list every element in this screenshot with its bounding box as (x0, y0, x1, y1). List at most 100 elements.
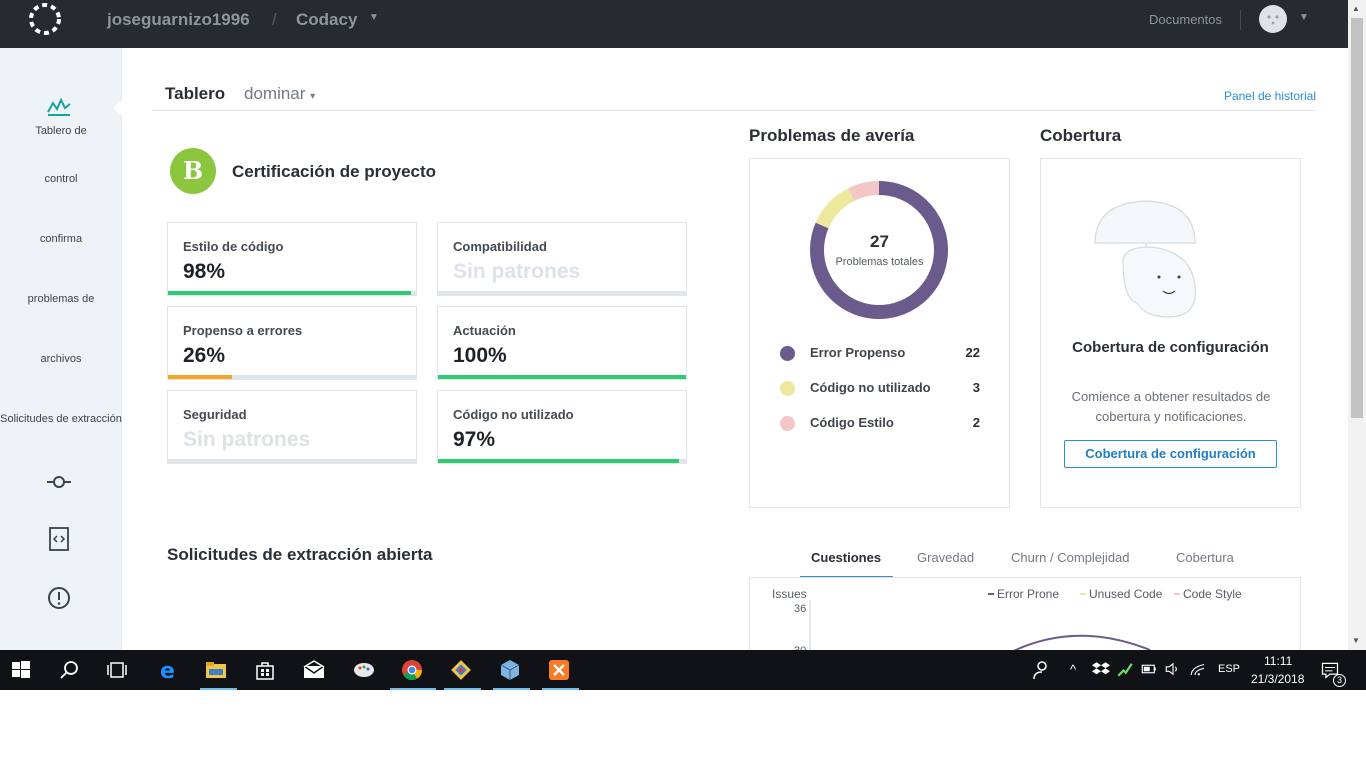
people-icon[interactable] (1030, 658, 1054, 682)
tray-chevron-up-icon[interactable]: ^ (1070, 662, 1076, 677)
virtualbox-icon[interactable] (498, 658, 522, 682)
dropbox-icon[interactable] (1092, 660, 1110, 678)
donut-slice[interactable] (815, 188, 855, 229)
issues-chart-card: Issues3630Error ProneUnused CodeCode Sty… (749, 577, 1301, 650)
page-scrollbar[interactable]: ▲ ▼ (1348, 0, 1366, 650)
metric-progress-fill (168, 291, 412, 295)
coverage-title: Cobertura (1040, 126, 1122, 145)
chart-tab[interactable]: Cobertura (1176, 550, 1234, 565)
breadcrumb-repo[interactable]: Codacy (296, 10, 357, 30)
avatar-face-icon (1267, 15, 1279, 25)
metric-progress-track (438, 375, 686, 379)
codacy-logo-icon[interactable] (26, 2, 64, 40)
metric-value: 100% (453, 344, 507, 367)
task-view-icon[interactable] (105, 658, 129, 682)
metric-value: 97% (453, 428, 496, 451)
metric-progress-track (168, 459, 416, 463)
legend-item[interactable]: Código no utilizado 3 (780, 378, 980, 398)
wifi-icon[interactable] (1189, 660, 1207, 678)
metric-label: Código no utilizado (453, 407, 574, 422)
legend-name: Código Estilo (810, 415, 894, 430)
alert-icon[interactable] (46, 585, 72, 611)
edge-browser-icon[interactable]: e (156, 658, 180, 682)
dashboard-icon[interactable] (46, 94, 72, 120)
donut-slice[interactable] (848, 181, 880, 201)
mail-icon[interactable] (302, 658, 326, 682)
issues-total-count: 27 (870, 232, 889, 251)
paint-icon[interactable] (352, 658, 376, 682)
store-icon[interactable] (253, 658, 277, 682)
sidebar-item-pull-requests[interactable]: Solicitudes de extracción (0, 413, 122, 425)
legend-name: Error Propenso (810, 345, 906, 360)
sidebar-item-files[interactable]: archivos (0, 353, 122, 365)
docs-link[interactable]: Documentos (1149, 12, 1222, 27)
legend-swatch (780, 346, 795, 361)
chart-tab[interactable]: Gravedad (917, 550, 974, 565)
metric-progress-fill (438, 375, 686, 379)
main-content: Tablero dominar ▾ Panel de historial B C… (122, 48, 1348, 650)
windows-taskbar: e ^ ESP 11:11 21/3/2018 3 (0, 650, 1366, 690)
svg-text:e: e (160, 659, 175, 682)
chart-legend-label[interactable]: Error Prone (997, 587, 1059, 601)
sidebar-item-commits[interactable]: confirma (0, 233, 122, 245)
metric-label: Seguridad (183, 407, 247, 422)
sidebar-item-dashboard-cont[interactable]: control (0, 173, 122, 185)
volume-icon[interactable] (1164, 660, 1182, 678)
breadcrumb-user[interactable]: joseguarnizo1996 (107, 10, 250, 30)
chart-legend-label[interactable]: Unused Code (1089, 587, 1163, 601)
legend-item[interactable]: Código Estilo 2 (780, 413, 980, 433)
sidebar-item-dashboard[interactable]: Tablero de (0, 125, 122, 137)
metric-value: 98% (183, 260, 226, 283)
legend-swatch (780, 416, 795, 431)
chart-legend-label[interactable]: Code Style (1183, 587, 1242, 601)
metric-label: Compatibilidad (453, 239, 547, 254)
scrollbar-thumb[interactable] (1351, 18, 1363, 418)
file-code-icon[interactable] (46, 526, 72, 552)
chart-ytick-label: 36 (794, 603, 806, 615)
metric-card[interactable]: Actuación 100% (437, 306, 687, 380)
scroll-up-arrow-icon[interactable]: ▲ (1352, 4, 1360, 13)
metric-card[interactable]: Compatibilidad Sin patrones (437, 222, 687, 296)
input-language-indicator[interactable]: ESP (1218, 663, 1240, 675)
branch-selector[interactable]: dominar ▾ (244, 84, 315, 104)
repo-chevron-down-icon[interactable]: ▼ (369, 12, 379, 23)
breadcrumb-separator: / (272, 10, 277, 29)
user-menu-chevron-down-icon[interactable]: ▼ (1299, 12, 1309, 23)
xampp-icon[interactable] (547, 658, 571, 682)
git-app-icon[interactable] (449, 658, 473, 682)
issues-total-label: Problemas totales (835, 256, 924, 268)
commit-icon[interactable] (46, 469, 72, 495)
metric-card[interactable]: Código no utilizado 97% (437, 390, 687, 464)
metric-card[interactable]: Seguridad Sin patrones (167, 390, 417, 464)
chart-tab[interactable]: Churn / Complejidad (1011, 550, 1130, 565)
chart-tab[interactable]: Cuestiones (811, 550, 881, 565)
metric-progress-track (168, 375, 416, 379)
notification-count-badge: 3 (1333, 674, 1346, 687)
metric-value: Sin patrones (183, 428, 311, 451)
branch-name: dominar (244, 84, 306, 103)
windows-start-icon[interactable] (9, 658, 33, 682)
file-explorer-icon[interactable] (204, 658, 228, 682)
chart-series-line (1013, 634, 1151, 650)
metric-progress-fill (438, 459, 679, 463)
sync-status-icon[interactable] (1116, 660, 1134, 678)
sidebar-item-issues[interactable]: problemas de (0, 293, 122, 305)
metric-label: Propenso a errores (183, 323, 303, 338)
battery-icon[interactable] (1140, 660, 1158, 678)
scroll-down-arrow-icon[interactable]: ▼ (1352, 636, 1360, 645)
history-panel-link[interactable]: Panel de historial (1224, 89, 1316, 103)
chrome-icon[interactable] (400, 658, 424, 682)
metric-card[interactable]: Estilo de código 98% (167, 222, 417, 296)
legend-name: Código no utilizado (810, 380, 931, 395)
page-title: Tablero (165, 84, 226, 103)
legend-item[interactable]: Error Propenso 22 (780, 343, 980, 363)
metric-progress-track (438, 459, 686, 463)
setup-coverage-button[interactable]: Cobertura de configuración (1064, 440, 1277, 468)
clock-time[interactable]: 11:11 (1264, 654, 1292, 668)
search-icon[interactable] (57, 658, 81, 682)
issues-breakdown-title: Problemas de avería (749, 126, 915, 145)
legend-count: 22 (965, 345, 980, 360)
user-avatar[interactable] (1259, 5, 1287, 33)
metric-card[interactable]: Propenso a errores 26% (167, 306, 417, 380)
clock-date[interactable]: 21/3/2018 (1251, 672, 1304, 686)
